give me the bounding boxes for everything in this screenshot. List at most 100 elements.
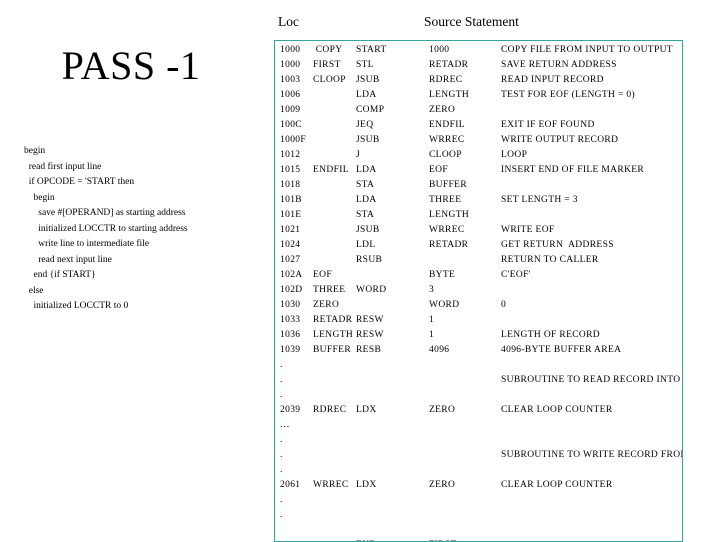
listing-cell-operand: ENDFIL [429, 120, 465, 130]
listing-cell-opcode: STA [356, 210, 375, 220]
column-header-source-statement: Source Statement [424, 14, 519, 29]
listing-cell-operand: LENGTH [429, 210, 470, 220]
listing-cell-loc: 1000 [280, 45, 301, 55]
listing-cell-loc: 1021 [280, 225, 301, 235]
listing-cell-comment: SAVE RETURN ADDRESS [501, 60, 617, 70]
listing-row: 1012 J CLOOP LOOP [275, 148, 682, 163]
listing-cell-label: RETADR [313, 315, 353, 325]
listing-cell-opcode: LDX [356, 480, 377, 490]
listing-cell-operand: WRREC [429, 135, 465, 145]
listing-cell-comment: 0 [501, 300, 507, 310]
page-title: PASS -1 [61, 43, 201, 88]
listing-cell-comment: GET RETURN ADDRESS [501, 240, 614, 250]
listing-cell-operand: WORD [429, 300, 460, 310]
listing-cell-loc: ... [280, 420, 291, 430]
listing-row: . [275, 508, 682, 523]
listing-row: 1000 FIRST STL RETADR SAVE RETURN ADDRESS [275, 58, 682, 73]
listing-cell-comment: C'EOF' [501, 270, 531, 280]
listing-cell-loc: 1000 [280, 60, 301, 70]
listing-cell-operand: 3 [429, 285, 435, 295]
pseudocode-line: initialized LOCCTR to starting address [24, 223, 188, 234]
listing-row: 1021 JSUB WRREC WRITE EOF [275, 223, 682, 238]
listing-cell-label: CLOOP [313, 75, 346, 85]
pseudocode-line: read first input line [24, 161, 102, 172]
listing-cell-operand: ZERO [429, 105, 456, 115]
listing-cell-operand: BUFFER [429, 180, 468, 190]
listing-row: 1000 COPY START 1000 COPY FILE FROM INPUT T… [275, 43, 682, 58]
listing-cell-loc: 1003 [280, 75, 301, 85]
pseudocode-block: begin read first input line if OPCODE = … [24, 144, 264, 315]
listing-row: 1036 LENGTH RESW 1 LENGTH OF RECORD [275, 328, 682, 343]
listing-row: . SUBROUTINE TO WRITE RECORD FROM BUFFER [275, 448, 682, 463]
listing-column-headers: Loc Source Statement [274, 13, 684, 37]
listing-cell-loc: . [280, 450, 284, 460]
pseudocode-line: if OPCODE = 'START then [24, 177, 135, 187]
listing-cell-loc: 101E [280, 210, 302, 220]
listing-cell-loc: 1036 [280, 330, 301, 340]
listing-cell-loc: 1024 [280, 240, 301, 250]
listing-cell-loc: 1015 [280, 165, 301, 175]
listing-row: END FIRST [275, 538, 682, 541]
pseudocode-line: begin [24, 192, 55, 203]
listing-cell-operand: RDREC [429, 75, 463, 85]
listing-cell-opcode: JEQ [356, 120, 374, 130]
pseudocode-line: initialized LOCCTR to 0 [24, 301, 129, 311]
listing-cell-operand: 1 [429, 315, 435, 325]
listing-cell-comment: SUBROUTINE TO READ RECORD INTO BUFFER [501, 375, 681, 385]
pseudocode-line: read next input line [24, 254, 112, 265]
listing-cell-opcode: COMP [356, 105, 385, 115]
listing-row: 1006 LDA LENGTH TEST FOR EOF (LENGTH = 0) [275, 88, 682, 103]
listing-cell-comment: TEST FOR EOF (LENGTH = 0) [501, 90, 635, 100]
listing-cell-opcode: LDA [356, 90, 377, 100]
listing-cell-comment: WRITE OUTPUT RECORD [501, 135, 619, 145]
assembly-listing-rows: 1000 COPY START 1000 COPY FILE FROM INPUT T… [275, 43, 682, 541]
listing-row: 100C JEQ ENDFIL EXIT IF EOF FOUND [275, 118, 682, 133]
listing-cell-loc: 2039 [280, 405, 301, 415]
listing-cell-loc: 1012 [280, 150, 301, 160]
listing-cell-opcode: LDA [356, 165, 377, 175]
assembly-listing-box: 1000 COPY START 1000 COPY FILE FROM INPUT T… [274, 40, 683, 542]
listing-cell-label: RDREC [313, 405, 347, 415]
listing-cell-opcode: JSUB [356, 135, 380, 145]
listing-cell-operand: THREE [429, 195, 462, 205]
listing-cell-comment: SET LENGTH = 3 [501, 195, 578, 205]
listing-cell-loc: 101B [280, 195, 302, 205]
listing-cell-opcode: STA [356, 180, 375, 190]
listing-cell-opcode: END [356, 538, 377, 541]
listing-cell-comment: LENGTH OF RECORD [501, 330, 601, 340]
listing-row: 2039 RDREC LDX ZERO CLEAR LOOP COUNTER [275, 403, 682, 418]
listing-row: 1039 BUFFER RESB 4096 4096-BYTE BUFFER AREA [275, 343, 682, 358]
listing-cell-loc: . [280, 390, 284, 400]
listing-cell-comment: READ INPUT RECORD [501, 75, 604, 85]
listing-cell-loc: 100C [280, 120, 302, 130]
listing-row: 1033 RETADR RESW 1 [275, 313, 682, 328]
listing-cell-comment: CLEAR LOOP COUNTER [501, 480, 613, 490]
listing-row: 101B LDA THREE SET LENGTH = 3 [275, 193, 682, 208]
listing-cell-comment: LOOP [501, 150, 528, 160]
listing-cell-loc: . [280, 510, 284, 520]
listing-cell-opcode: STL [356, 60, 374, 70]
listing-cell-comment: COPY FILE FROM INPUT TO OUTPUT [501, 45, 673, 55]
listing-cell-loc: . [280, 360, 284, 370]
listing-cell-operand: WRREC [429, 225, 465, 235]
listing-row: 101E STA LENGTH [275, 208, 682, 223]
listing-cell-opcode: LDX [356, 405, 377, 415]
listing-cell-opcode: RESW [356, 315, 384, 325]
listing-cell-loc: . [280, 465, 284, 475]
listing-row: 1003 CLOOP JSUB RDREC READ INPUT RECORD [275, 73, 682, 88]
listing-cell-label: BUFFER [313, 345, 352, 355]
listing-row: 1009 COMP ZERO [275, 103, 682, 118]
listing-cell-operand: EOF [429, 165, 448, 175]
listing-cell-loc: 1030 [280, 300, 301, 310]
listing-cell-opcode: START [356, 45, 387, 55]
listing-cell-operand: BYTE [429, 270, 456, 280]
listing-cell-opcode: RESW [356, 330, 384, 340]
listing-row: ... [275, 418, 682, 433]
listing-row: 1030 ZERO WORD 0 [275, 298, 682, 313]
column-header-loc: Loc [278, 14, 299, 29]
pseudocode-line: else [24, 285, 44, 296]
listing-cell-loc: 102D [280, 285, 303, 295]
listing-row: 1027 RSUB RETURN TO CALLER [275, 253, 682, 268]
listing-cell-loc: 1039 [280, 345, 301, 355]
listing-row: . [275, 388, 682, 403]
